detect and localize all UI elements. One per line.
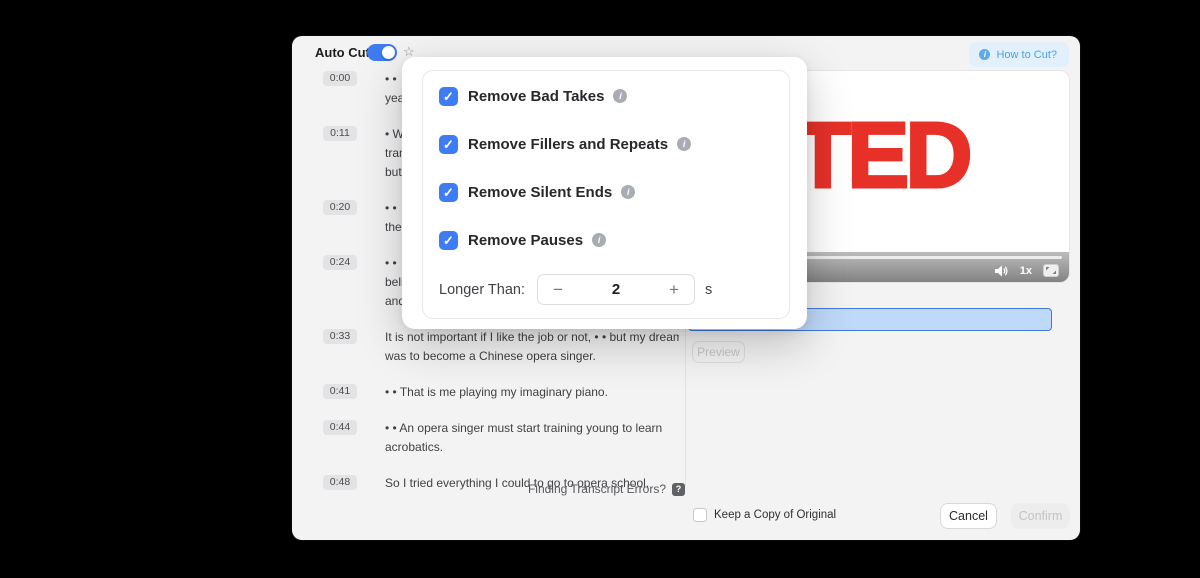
transcript-line: It is not important if I like the job or… [385,328,679,347]
transcript-row[interactable]: 0:33 It is not important if I like the j… [323,328,679,366]
auto-cut-settings-modal: ✓ Remove Bad Takes i ✓ Remove Fillers an… [402,57,807,329]
options-groupbox: ✓ Remove Bad Takes i ✓ Remove Fillers an… [422,70,790,319]
timestamp-badge: 0:44 [323,420,357,435]
autocut-option-row[interactable]: ✓ Remove Silent Ends i [439,182,773,202]
playback-speed[interactable]: 1x [1020,265,1032,277]
confirm-button[interactable]: Confirm [1011,503,1070,529]
info-icon[interactable]: i [677,137,691,151]
timestamp-badge: 0:00 [323,71,357,86]
longer-than-row: Longer Than: − 2 + s [439,274,773,305]
stepper-minus-button[interactable]: − [538,275,578,304]
how-to-cut-label: How to Cut? [996,49,1057,61]
transcript-line: acrobatics. [385,438,662,457]
autocut-option-row[interactable]: ✓ Remove Bad Takes i [439,86,773,106]
volume-icon[interactable] [994,265,1009,277]
stepper-plus-button[interactable]: + [654,275,694,304]
checkbox-unchecked[interactable] [693,508,707,522]
checkmark-icon: ✓ [443,138,454,151]
checkbox-checked[interactable]: ✓ [439,231,458,250]
info-icon[interactable]: i [621,185,635,199]
checkmark-icon: ✓ [443,234,454,247]
keep-copy-label: Keep a Copy of Original [714,509,836,521]
transcript-line: • • An opera singer must start training … [385,419,662,438]
auto-cut-toggle[interactable] [367,44,397,61]
checkmark-icon: ✓ [443,90,454,103]
checkbox-checked[interactable]: ✓ [439,183,458,202]
transcript-line: • • That is me playing my imaginary pian… [385,383,608,402]
how-to-cut-button[interactable]: i How to Cut? [969,42,1069,67]
timestamp-badge: 0:48 [323,475,357,490]
help-icon[interactable]: ? [672,483,685,496]
page-title: Auto Cut [315,45,370,60]
info-icon[interactable]: i [613,89,627,103]
preview-button[interactable]: Preview [692,341,745,363]
transcript-text: • • An opera singer must start training … [385,419,662,457]
info-icon: i [979,49,990,60]
checkmark-icon: ✓ [443,186,454,199]
option-label: Remove Pauses [468,232,583,249]
timestamp-badge: 0:20 [323,200,357,215]
stepper-value: 2 [578,281,654,298]
option-label: Remove Bad Takes [468,88,604,105]
timestamp-badge: 0:33 [323,329,357,344]
finding-transcript-errors[interactable]: Finding Transcript Errors? ? [528,482,685,496]
info-icon[interactable]: i [592,233,606,247]
timestamp-badge: 0:24 [323,255,357,270]
auto-cut-window: Auto Cut ☆ i How to Cut? 0:00 • •yea 0:1… [292,36,1080,540]
autocut-option-row[interactable]: ✓ Remove Pauses i [439,230,773,250]
transcript-text: It is not important if I like the job or… [385,328,679,366]
transcript-row[interactable]: 0:41 • • That is me playing my imaginary… [323,383,679,402]
duration-stepper[interactable]: − 2 + [537,274,695,305]
seconds-unit-label: s [705,282,712,298]
timestamp-badge: 0:11 [323,126,357,141]
longer-than-label: Longer Than: [439,282,525,298]
checkbox-checked[interactable]: ✓ [439,135,458,154]
transcript-line: was to become a Chinese opera singer. [385,347,679,366]
option-label: Remove Fillers and Repeats [468,136,668,153]
option-label: Remove Silent Ends [468,184,612,201]
keep-copy-option[interactable]: Keep a Copy of Original [693,508,836,522]
timestamp-badge: 0:41 [323,384,357,399]
fullscreen-icon[interactable] [1043,264,1059,277]
toggle-knob [382,46,395,59]
cancel-button[interactable]: Cancel [940,503,997,529]
transcript-row[interactable]: 0:44 • • An opera singer must start trai… [323,419,679,457]
checkbox-checked[interactable]: ✓ [439,87,458,106]
transcript-text: • • That is me playing my imaginary pian… [385,383,608,402]
autocut-option-row[interactable]: ✓ Remove Fillers and Repeats i [439,134,773,154]
